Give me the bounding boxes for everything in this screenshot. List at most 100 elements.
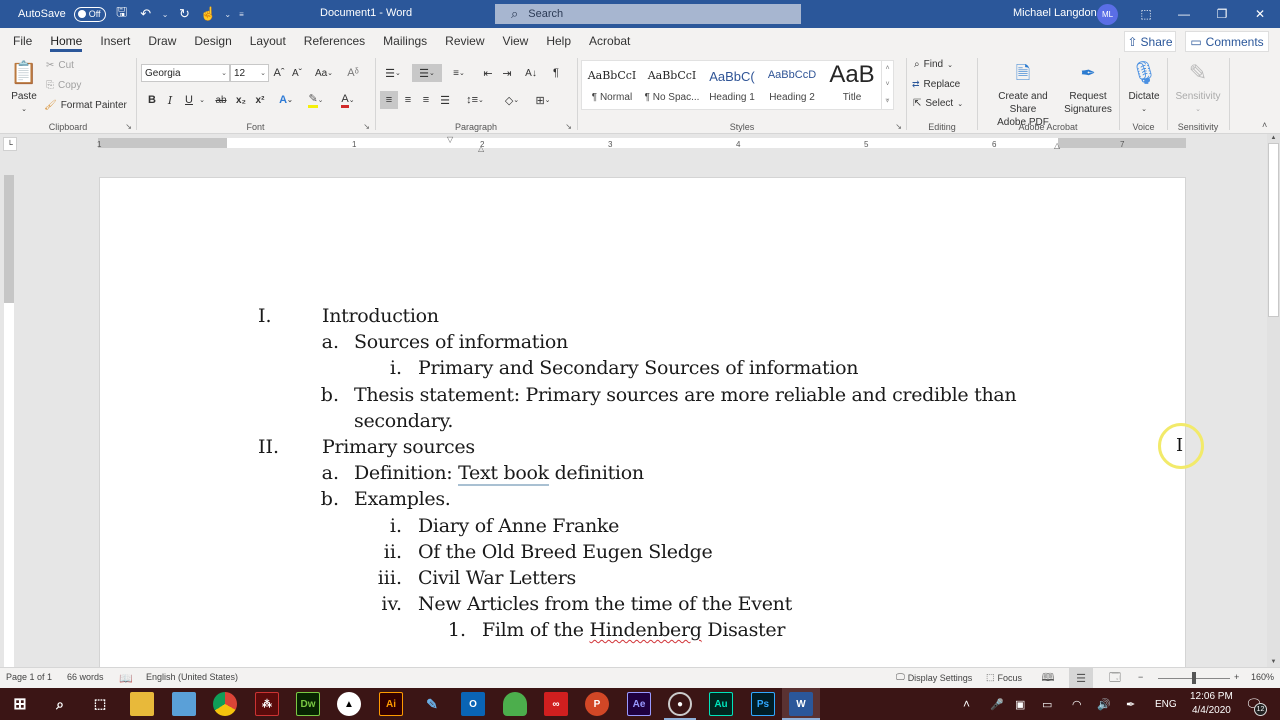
outline-line[interactable]: Primary sources	[322, 436, 475, 458]
volume-icon[interactable]: 🔊	[1097, 688, 1111, 720]
scroll-down-icon[interactable]: ▼	[1267, 658, 1280, 667]
after-effects-icon[interactable]: Ae	[627, 692, 651, 716]
font-name-select[interactable]: Georgia ⌄	[141, 64, 230, 82]
inkscape-icon[interactable]: ▲	[337, 692, 361, 716]
close-icon[interactable]: ✕	[1248, 4, 1272, 24]
vertical-scrollbar[interactable]: ▲ ▼	[1267, 134, 1280, 667]
wifi-icon[interactable]: ◠	[1072, 688, 1082, 720]
outline-line[interactable]: Sources of information	[354, 331, 568, 353]
creative-cloud-icon[interactable]: ∞	[544, 692, 568, 716]
photoshop-icon[interactable]: Ps	[751, 692, 775, 716]
align-right-icon[interactable]: ≡	[418, 91, 434, 109]
pen-icon[interactable]: ✒	[1126, 688, 1135, 720]
shading-icon[interactable]: ◇ ⌄	[500, 91, 524, 109]
bullets-icon[interactable]: ☰ ⌄	[380, 64, 406, 82]
increase-indent-icon[interactable]: ⇥	[499, 64, 515, 82]
bold-button[interactable]: B	[145, 91, 159, 109]
zoom-out-button[interactable]: −	[1138, 672, 1143, 682]
zoom-slider-thumb[interactable]	[1192, 672, 1196, 684]
outline-line[interactable]: Examples.	[354, 488, 451, 510]
search-icon[interactable]: ⌕	[48, 692, 72, 716]
battery-icon[interactable]: ▭	[1042, 688, 1052, 720]
find-button[interactable]: ⌕ Find ⌄	[914, 59, 953, 70]
justify-icon[interactable]: ☰	[437, 91, 453, 109]
first-line-indent-marker[interactable]: ▽	[447, 135, 453, 144]
borders-icon[interactable]: ⊞ ⌄	[530, 91, 556, 109]
tab-design[interactable]: Design	[185, 28, 240, 54]
spelling-error[interactable]: Hindenberg	[589, 619, 701, 641]
clear-formatting-icon[interactable]: Aᵟ	[343, 64, 363, 82]
outline-line[interactable]: Civil War Letters	[418, 567, 576, 589]
create-share-pdf-button[interactable]: 🗎 Create and Share Adobe PDF	[984, 58, 1062, 129]
tab-view[interactable]: View	[494, 28, 538, 54]
replace-button[interactable]: ⇄ Replace	[912, 79, 960, 90]
show-formatting-marks-icon[interactable]: ¶	[548, 64, 564, 82]
meet-now-icon[interactable]: ▣	[1015, 688, 1025, 720]
proofing-icon[interactable]: 📖	[119, 672, 133, 685]
acrobat-icon[interactable]: ⁂	[255, 692, 279, 716]
font-color-icon[interactable]: A ⌄	[337, 91, 359, 109]
text-effects-icon[interactable]: A ⌄	[275, 91, 297, 109]
page-count[interactable]: Page 1 of 1	[6, 672, 52, 682]
dictate-button[interactable]: 🎙 Dictate ⌄	[1122, 58, 1166, 116]
file-explorer-icon[interactable]	[130, 692, 154, 716]
select-button[interactable]: ⇱ Select ⌄	[913, 98, 963, 109]
touch-mode-icon[interactable]: ☝	[200, 6, 216, 22]
outlook-icon[interactable]: O	[461, 692, 485, 716]
outline-line[interactable]: Definition: Text book definition	[354, 462, 644, 486]
undo-dropdown-icon[interactable]: ⌄	[162, 10, 169, 19]
font-launcher-icon[interactable]: ↘	[363, 122, 370, 131]
task-view-icon[interactable]: ⬚	[88, 692, 112, 716]
paste-button[interactable]: 📋 Paste ⌄	[8, 58, 40, 116]
tab-insert[interactable]: Insert	[91, 28, 139, 54]
tab-mailings[interactable]: Mailings	[374, 28, 436, 54]
zoom-level[interactable]: 160%	[1251, 672, 1274, 682]
format-painter-button[interactable]: 🖌 Format Painter	[44, 100, 127, 111]
focus-button[interactable]: ⬚ Focus	[986, 672, 1022, 683]
superscript-icon[interactable]: x²	[253, 91, 267, 109]
ribbon-display-options-icon[interactable]: ⬚	[1134, 4, 1158, 24]
outline-line[interactable]: Diary of Anne Franke	[418, 515, 619, 537]
tab-layout[interactable]: Layout	[241, 28, 295, 54]
right-indent-marker[interactable]: △	[1054, 141, 1060, 150]
restore-icon[interactable]: ❐	[1210, 4, 1234, 24]
paragraph-launcher-icon[interactable]: ↘	[565, 122, 572, 131]
zoom-in-button[interactable]: +	[1234, 672, 1239, 682]
clipboard-launcher-icon[interactable]: ↘	[125, 122, 132, 131]
share-button[interactable]: ⇧ Share	[1124, 31, 1176, 52]
scroll-up-icon[interactable]: ▲	[1267, 134, 1280, 143]
underline-button[interactable]: U	[182, 91, 196, 109]
minimize-icon[interactable]: —	[1172, 4, 1196, 24]
grow-font-icon[interactable]: Aˆ	[271, 64, 287, 82]
collapse-ribbon-icon[interactable]: ˄	[1262, 120, 1267, 130]
tab-selector[interactable]: └	[3, 137, 17, 151]
input-language[interactable]: ENG	[1155, 688, 1177, 720]
change-case-button[interactable]: Aa ⌄	[311, 64, 337, 82]
android-icon[interactable]	[503, 692, 527, 716]
user-name[interactable]: Michael Langdon	[1013, 7, 1097, 19]
underline-dropdown-icon[interactable]: ⌄	[197, 91, 207, 109]
web-layout-icon[interactable]: 🗔	[1103, 668, 1127, 688]
read-mode-icon[interactable]: 🕮	[1036, 668, 1060, 688]
grammar-suggestion[interactable]: Text book	[458, 462, 549, 486]
outline-line[interactable]: Thesis statement: Primary sources are mo…	[354, 384, 1017, 406]
dreamweaver-icon[interactable]: Dw	[296, 692, 320, 716]
sort-icon[interactable]: A↓	[522, 64, 540, 82]
illustrator-icon[interactable]: Ai	[379, 692, 403, 716]
redo-icon[interactable]: ↻	[176, 6, 192, 22]
request-signatures-button[interactable]: ✒ Request Signatures	[1062, 58, 1114, 116]
tab-help[interactable]: Help	[537, 28, 580, 54]
sensitivity-button[interactable]: ✎ Sensitivity ⌄	[1170, 58, 1226, 116]
show-hidden-icons[interactable]: ˄	[963, 688, 970, 720]
font-size-select[interactable]: 12 ⌄	[230, 64, 269, 82]
audition-icon[interactable]: Au	[709, 692, 733, 716]
microphone-tray-icon[interactable]: 🎤	[990, 688, 1004, 720]
tab-home[interactable]: Home	[41, 28, 91, 54]
save-icon[interactable]: 🖫	[114, 3, 130, 25]
styles-launcher-icon[interactable]: ↘	[895, 122, 902, 131]
highlight-color-icon[interactable]: ✎ ⌄	[305, 91, 327, 109]
word-count[interactable]: 66 words	[67, 672, 104, 682]
undo-icon[interactable]: ↶	[138, 6, 154, 22]
powerpoint-icon[interactable]: P	[585, 692, 609, 716]
clock[interactable]: 12:06 PM 4/4/2020	[1190, 690, 1233, 718]
